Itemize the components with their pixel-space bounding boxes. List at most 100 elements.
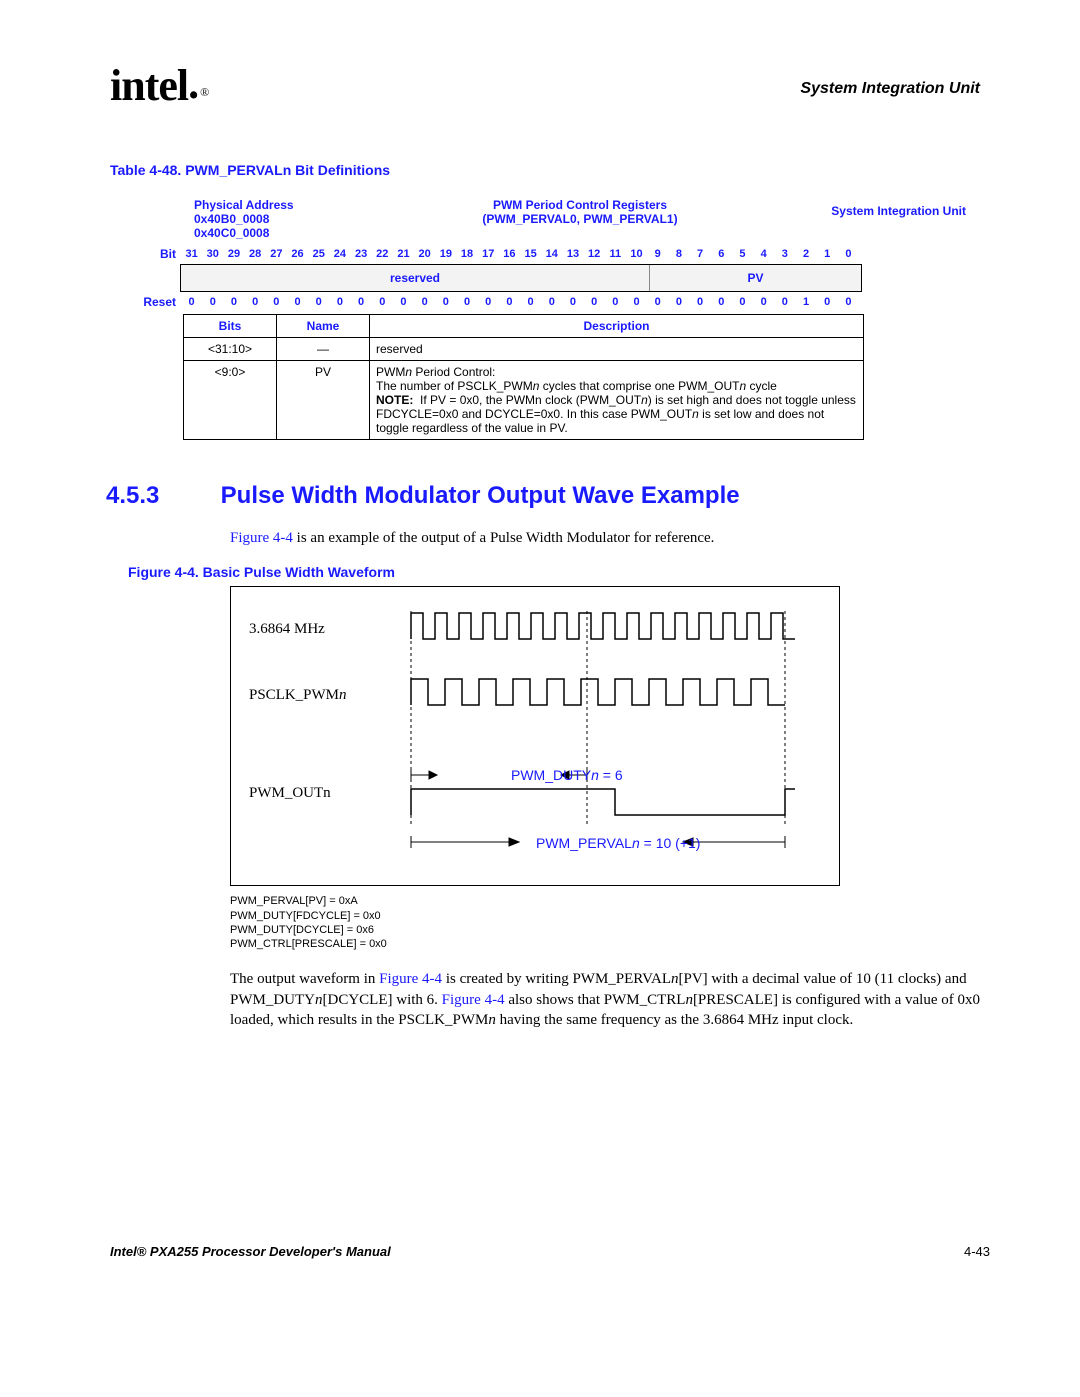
phys-addr-1: 0x40B0_0008 — [194, 212, 426, 226]
reg-name-1: PWM Period Control Registers — [426, 198, 735, 212]
reset-val: 0 — [393, 294, 414, 310]
reset-val: 0 — [732, 294, 753, 310]
reset-val: 0 — [711, 294, 732, 310]
reset-val: 0 — [372, 294, 393, 310]
wave-label-pwmout: PWM_OUTn — [249, 785, 331, 802]
col-desc: Description — [370, 315, 864, 338]
bit-num: 20 — [414, 246, 435, 262]
body-para: The output waveform in Figure 4-4 is cre… — [230, 969, 984, 1030]
perval-annotation: PWM_PERVALn = 10 (+1) — [536, 835, 700, 851]
figure-notes: PWM_PERVAL[PV] = 0xAPWM_DUTY[FDCYCLE] = … — [230, 894, 990, 951]
bit-num: 19 — [435, 246, 456, 262]
bit-num: 29 — [223, 246, 244, 262]
bit-num: 11 — [605, 246, 626, 262]
description-table: Bits Name Description <31:10>—reserved<9… — [183, 314, 864, 440]
section-title: Pulse Width Modulator Output Wave Exampl… — [221, 482, 740, 509]
fig-ref-3[interactable]: Figure 4-4 — [442, 992, 505, 1008]
footer: Intel® PXA255 Processor Developer's Manu… — [110, 1244, 990, 1259]
bit-num: 23 — [351, 246, 372, 262]
bit-label: Bit — [126, 247, 180, 261]
bit-num: 13 — [562, 246, 583, 262]
table-caption: Table 4-48. PWM_PERVALn Bit Definitions — [110, 162, 990, 178]
reset-val: 1 — [795, 294, 816, 310]
reset-val: 0 — [647, 294, 668, 310]
section-heading: 4.5.3 Pulse Width Modulator Output Wave … — [106, 482, 990, 510]
reset-label: Reset — [126, 295, 180, 309]
wave-label-clk: 3.6864 MHz — [249, 621, 325, 638]
reg-name-2: (PWM_PERVAL0, PWM_PERVAL1) — [426, 212, 735, 226]
bit-num: 21 — [393, 246, 414, 262]
table-row: <31:10>—reserved — [184, 338, 864, 361]
reset-val: 0 — [605, 294, 626, 310]
fig-ref-2[interactable]: Figure 4-4 — [379, 971, 442, 987]
section-num: 4.5.3 — [106, 482, 214, 510]
phys-addr-label: Physical Address — [194, 198, 426, 212]
bit-num: 14 — [541, 246, 562, 262]
bit-num: 28 — [245, 246, 266, 262]
bit-num: 16 — [499, 246, 520, 262]
intro-para: Figure 4-4 is an example of the output o… — [230, 528, 984, 548]
bit-num: 24 — [329, 246, 350, 262]
reset-val: 0 — [351, 294, 372, 310]
figure-caption: Figure 4-4. Basic Pulse Width Waveform — [128, 564, 990, 580]
reset-val: 0 — [287, 294, 308, 310]
bit-num: 26 — [287, 246, 308, 262]
field-cells: reserved PV — [180, 264, 862, 292]
figure-note-line: PWM_PERVAL[PV] = 0xA — [230, 894, 990, 908]
wave-label-psclk: PSCLK_PWMn — [249, 687, 347, 704]
reset-val: 0 — [774, 294, 795, 310]
col-name: Name — [277, 315, 370, 338]
reset-val: 0 — [541, 294, 562, 310]
footer-left: Intel® PXA255 Processor Developer's Manu… — [110, 1244, 391, 1259]
reset-val: 0 — [817, 294, 838, 310]
figure-box: 3.6864 MHz PSCLK_PWMn PWM_OUTn — [230, 586, 840, 886]
bit-num: 10 — [626, 246, 647, 262]
reset-val: 0 — [584, 294, 605, 310]
bit-num: 25 — [308, 246, 329, 262]
reset-val: 0 — [414, 294, 435, 310]
reset-val: 0 — [626, 294, 647, 310]
figure-note-line: PWM_DUTY[DCYCLE] = 0x6 — [230, 923, 990, 937]
bit-num: 30 — [202, 246, 223, 262]
reset-val: 0 — [308, 294, 329, 310]
bit-number-row: Bit 313029282726252423222120191817161514… — [126, 246, 984, 262]
register-block: Physical Address 0x40B0_0008 0x40C0_0008… — [126, 196, 984, 440]
bit-num: 3 — [774, 246, 795, 262]
bit-num: 1 — [817, 246, 838, 262]
intel-logo: intel.® — [110, 60, 206, 111]
reset-val: 0 — [668, 294, 689, 310]
page: intel.® System Integration Unit Table 4-… — [0, 0, 1080, 1297]
reg-unit: System Integration Unit — [734, 198, 966, 224]
reset-val: 0 — [520, 294, 541, 310]
bit-cells: 3130292827262524232221201918171615141312… — [180, 246, 859, 262]
bit-num: 22 — [372, 246, 393, 262]
reset-val: 0 — [329, 294, 350, 310]
duty-annotation: PWM_DUTYn = 6 — [511, 767, 623, 783]
bit-num: 12 — [584, 246, 605, 262]
field-reserved: reserved — [181, 265, 650, 291]
bit-num: 2 — [795, 246, 816, 262]
bit-num: 4 — [753, 246, 774, 262]
bit-num: 17 — [478, 246, 499, 262]
reset-val: 0 — [266, 294, 287, 310]
bit-num: 31 — [181, 246, 202, 262]
reset-val: 0 — [456, 294, 477, 310]
table-row: <9:0>PVPWMn Period Control:The number of… — [184, 361, 864, 440]
reset-val: 0 — [562, 294, 583, 310]
figure-note-line: PWM_CTRL[PRESCALE] = 0x0 — [230, 937, 990, 951]
col-bits: Bits — [184, 315, 277, 338]
bit-num: 18 — [456, 246, 477, 262]
reset-val: 0 — [181, 294, 202, 310]
chapter-title: System Integration Unit — [800, 80, 980, 98]
reset-val: 0 — [499, 294, 520, 310]
footer-right: 4-43 — [964, 1244, 990, 1259]
reset-val: 0 — [223, 294, 244, 310]
register-header: Physical Address 0x40B0_0008 0x40C0_0008… — [126, 196, 984, 246]
phys-addr-2: 0x40C0_0008 — [194, 226, 426, 240]
bit-num: 0 — [838, 246, 859, 262]
bit-num: 5 — [732, 246, 753, 262]
figure-ref[interactable]: Figure 4-4 — [230, 530, 293, 546]
bit-num: 8 — [668, 246, 689, 262]
reset-val: 0 — [478, 294, 499, 310]
reset-val: 0 — [753, 294, 774, 310]
